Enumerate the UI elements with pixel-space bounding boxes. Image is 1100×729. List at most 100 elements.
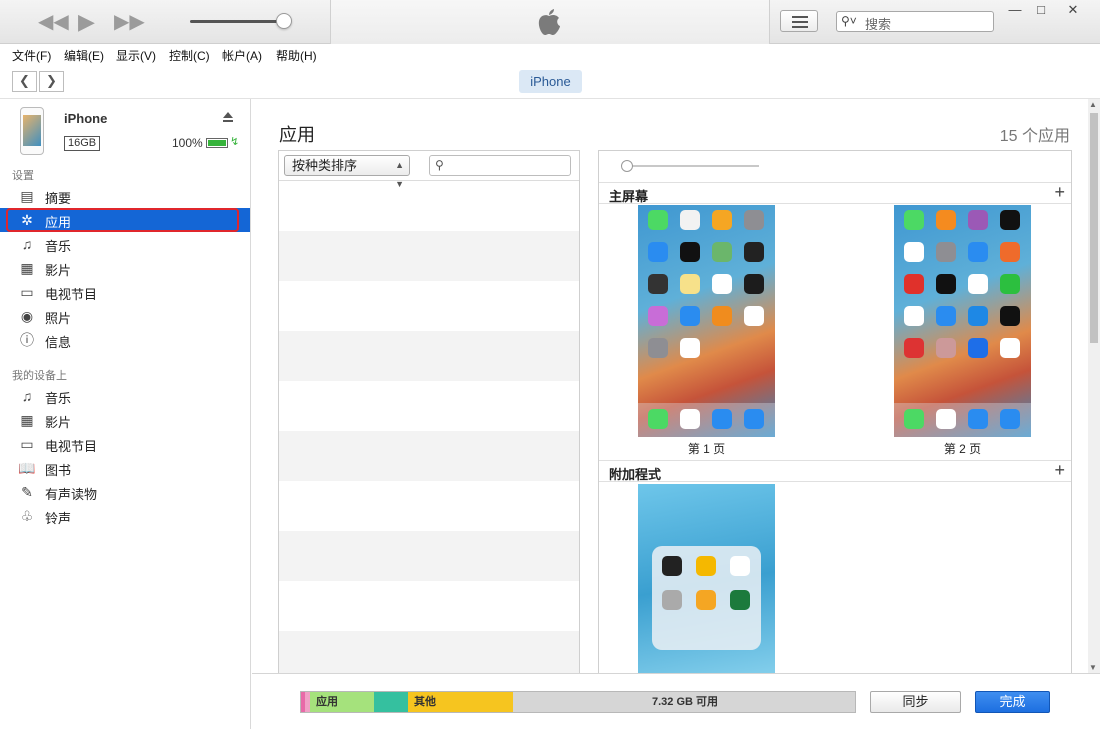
done-button[interactable]: 完成 bbox=[975, 691, 1050, 713]
maximize-icon[interactable]: □ bbox=[1030, 2, 1052, 18]
app-search-input[interactable]: ⚲ bbox=[429, 155, 571, 176]
list-row[interactable] bbox=[279, 281, 579, 331]
extras-folder[interactable] bbox=[652, 546, 761, 650]
volume-knob[interactable] bbox=[276, 13, 292, 29]
music-app-icon[interactable] bbox=[936, 409, 956, 429]
sidebar-item-music[interactable]: ♫ 音乐 bbox=[0, 232, 250, 256]
wallet-icon[interactable] bbox=[648, 274, 668, 294]
reminders-icon[interactable] bbox=[712, 274, 732, 294]
extra-app-icon[interactable] bbox=[696, 556, 716, 576]
safari-icon[interactable] bbox=[712, 409, 732, 429]
find-friends-icon[interactable] bbox=[696, 590, 716, 610]
fast-forward-icon[interactable]: ▶▶ bbox=[114, 11, 145, 33]
play-app-icon[interactable] bbox=[1000, 338, 1020, 358]
find-iphone-icon[interactable] bbox=[730, 590, 750, 610]
forward-button[interactable]: ❯ bbox=[39, 71, 64, 92]
messages-icon[interactable] bbox=[648, 210, 668, 230]
sidebar-item-tv[interactable]: ▭ 电视节目 bbox=[0, 280, 250, 304]
utilities-icon[interactable] bbox=[936, 242, 956, 262]
game-icon[interactable] bbox=[936, 274, 956, 294]
weather-icon[interactable] bbox=[648, 242, 668, 262]
ibooks-icon[interactable] bbox=[712, 306, 732, 326]
facetime-icon[interactable] bbox=[904, 210, 924, 230]
videos-icon[interactable] bbox=[744, 242, 764, 262]
phone-app-icon[interactable] bbox=[904, 409, 924, 429]
home-screen-page-2[interactable] bbox=[894, 205, 1031, 437]
close-icon[interactable]: ✕ bbox=[1062, 2, 1084, 18]
volume-slider[interactable] bbox=[190, 20, 286, 23]
device-tab[interactable]: iPhone bbox=[519, 70, 582, 93]
sidebar-item-movies[interactable]: ▦ 影片 bbox=[0, 256, 250, 280]
calculator-icon[interactable] bbox=[936, 210, 956, 230]
stocks-icon[interactable] bbox=[744, 274, 764, 294]
tiktok-icon[interactable] bbox=[1000, 306, 1020, 326]
list-row[interactable] bbox=[279, 331, 579, 381]
sidebar-item-photos[interactable]: ◉ 照片 bbox=[0, 304, 250, 328]
add-extras-icon[interactable]: + bbox=[1054, 460, 1065, 481]
bike-app-icon[interactable] bbox=[936, 306, 956, 326]
list-view-button[interactable] bbox=[780, 10, 818, 32]
minimize-icon[interactable]: — bbox=[1004, 2, 1026, 18]
eject-icon[interactable] bbox=[222, 111, 234, 123]
tips-icon[interactable] bbox=[968, 242, 988, 262]
sidebar-item-device-movies[interactable]: ▦ 影片 bbox=[0, 408, 250, 432]
list-row[interactable] bbox=[279, 581, 579, 631]
leaf-app-icon[interactable] bbox=[904, 306, 924, 326]
ego-app-icon[interactable] bbox=[1000, 242, 1020, 262]
menu-help[interactable]: 帮助(H) bbox=[276, 47, 317, 64]
sort-dropdown[interactable]: 按种类排序 ▲ ▼ bbox=[284, 155, 410, 189]
podcasts-icon[interactable] bbox=[968, 210, 988, 230]
sync-button[interactable]: 同步 bbox=[870, 691, 961, 713]
home-screen-page-1[interactable] bbox=[638, 205, 775, 437]
scroll-thumb[interactable] bbox=[1090, 113, 1098, 343]
clock-icon[interactable] bbox=[680, 242, 700, 262]
back-button[interactable]: ❮ bbox=[12, 71, 37, 92]
app-store-app-icon[interactable] bbox=[680, 306, 700, 326]
notes-icon[interactable] bbox=[680, 274, 700, 294]
sidebar-item-summary[interactable]: ▤ 摘要 bbox=[0, 184, 250, 208]
sidebar-item-device-tones[interactable]: ♧ 铃声 bbox=[0, 504, 250, 528]
extra-app-icon[interactable] bbox=[730, 556, 750, 576]
menu-control[interactable]: 控制(C) bbox=[169, 47, 210, 64]
menu-view[interactable]: 显示(V) bbox=[116, 47, 156, 64]
add-page-icon[interactable]: + bbox=[1054, 182, 1065, 203]
game-app-icon[interactable] bbox=[680, 338, 700, 358]
photos-icon[interactable] bbox=[712, 210, 732, 230]
scroll-up-icon[interactable]: ▲ bbox=[1089, 100, 1097, 109]
zoom-knob[interactable] bbox=[621, 160, 633, 172]
health-icon[interactable] bbox=[744, 306, 764, 326]
maps-icon[interactable] bbox=[712, 242, 732, 262]
zoom-slider[interactable] bbox=[625, 165, 759, 167]
menu-account[interactable]: 帐户(A) bbox=[222, 47, 262, 64]
list-row[interactable] bbox=[279, 481, 579, 531]
sidebar-item-device-books[interactable]: 📖 图书 bbox=[0, 456, 250, 480]
contacts-icon[interactable] bbox=[662, 590, 682, 610]
vertical-scrollbar[interactable]: ▲ ▼ bbox=[1088, 99, 1100, 673]
list-row[interactable] bbox=[279, 431, 579, 481]
list-row[interactable] bbox=[279, 181, 579, 231]
search-field[interactable]: ⚲˅ 搜索 bbox=[836, 11, 994, 32]
extra-app-icon[interactable] bbox=[662, 556, 682, 576]
qq-icon[interactable] bbox=[968, 274, 988, 294]
mail-icon[interactable] bbox=[744, 409, 764, 429]
menu-edit[interactable]: 编辑(E) bbox=[64, 47, 104, 64]
phone-app-icon[interactable] bbox=[648, 409, 668, 429]
safari-icon[interactable] bbox=[968, 409, 988, 429]
list-row[interactable] bbox=[279, 631, 579, 673]
whatsapp-icon[interactable] bbox=[1000, 274, 1020, 294]
settings-app-icon[interactable] bbox=[648, 338, 668, 358]
extras-screen[interactable] bbox=[638, 484, 775, 673]
u-app-icon[interactable] bbox=[968, 306, 988, 326]
sidebar-item-device-music[interactable]: ♫ 音乐 bbox=[0, 384, 250, 408]
itunes-store-icon[interactable] bbox=[648, 306, 668, 326]
sidebar-item-info[interactable]: ⓘ 信息 bbox=[0, 328, 250, 352]
calendar-icon[interactable] bbox=[680, 210, 700, 230]
menu-file[interactable]: 文件(F) bbox=[12, 47, 51, 64]
music-app-icon[interactable] bbox=[680, 409, 700, 429]
watch-icon[interactable] bbox=[1000, 210, 1020, 230]
scroll-down-icon[interactable]: ▼ bbox=[1089, 663, 1097, 672]
netease-music-icon[interactable] bbox=[904, 274, 924, 294]
camera-app-icon[interactable] bbox=[744, 210, 764, 230]
list-row[interactable] bbox=[279, 531, 579, 581]
game3-icon[interactable] bbox=[936, 338, 956, 358]
